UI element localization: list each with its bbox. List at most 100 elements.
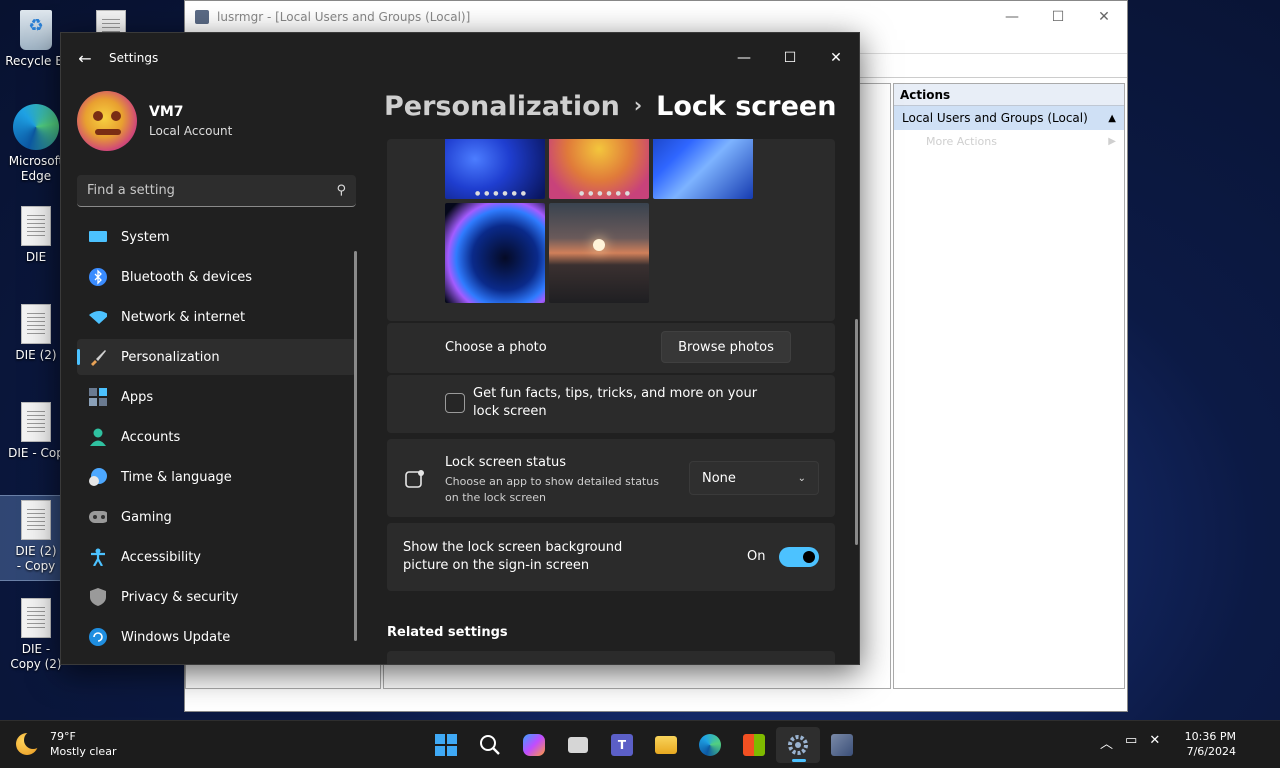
globe-clock-icon: [89, 468, 107, 486]
minimize-icon[interactable]: —: [989, 9, 1035, 25]
breadcrumb-parent[interactable]: Personalization: [384, 91, 620, 122]
signin-background-toggle[interactable]: [779, 547, 819, 567]
wallpaper-thumbnail[interactable]: ● ● ● ● ● ●: [549, 139, 649, 199]
actions-group-label: Local Users and Groups (Local): [902, 111, 1088, 125]
breadcrumb-current: Lock screen: [656, 91, 837, 122]
sidebar-item-label: System: [121, 229, 170, 245]
back-arrow-icon[interactable]: ←: [61, 49, 109, 68]
task-view-icon[interactable]: [556, 727, 600, 763]
search-placeholder: Find a setting: [87, 183, 175, 198]
sidebar-item-time-language[interactable]: Time & language: [77, 459, 356, 495]
edge-icon[interactable]: [688, 727, 732, 763]
lock-screen-status-row: Lock screen status Choose an app to show…: [387, 439, 835, 517]
lock-status-title: Lock screen status: [445, 455, 567, 470]
network-icon[interactable]: ▭: [1125, 733, 1137, 752]
copilot-icon[interactable]: [512, 727, 556, 763]
fun-facts-row: Get fun facts, tips, tricks, and more on…: [387, 375, 835, 433]
fun-facts-checkbox[interactable]: [445, 393, 465, 413]
lusrmgr-app-icon: [195, 9, 209, 24]
fun-facts-label: Get fun facts, tips, tricks, and more on…: [473, 386, 758, 419]
actions-group-local-users[interactable]: Local Users and Groups (Local) ▲: [894, 106, 1124, 130]
weather-widget[interactable]: 79°F Mostly clear: [16, 729, 116, 759]
lusrmgr-icon[interactable]: [820, 727, 864, 763]
content-scrollbar[interactable]: [855, 319, 858, 545]
profile-name: VM7: [149, 104, 184, 120]
maximize-icon[interactable]: ☐: [767, 50, 813, 66]
more-actions-label: More Actions: [926, 135, 997, 148]
file-explorer-icon[interactable]: [644, 727, 688, 763]
page-title: Personalization › Lock screen: [384, 91, 836, 122]
clock[interactable]: 10:36 PM 7/6/2024: [1185, 729, 1236, 759]
settings-title: Settings: [109, 51, 159, 65]
taskbar-apps: T: [424, 727, 864, 763]
sidebar-item-label: Gaming: [121, 509, 172, 525]
search-icon[interactable]: ⚲: [336, 183, 346, 198]
maximize-icon[interactable]: ☐: [1035, 9, 1081, 25]
volume-muted-icon[interactable]: ✕: [1149, 733, 1160, 752]
settings-titlebar[interactable]: ← Settings — ☐ ✕: [61, 33, 859, 83]
recent-images-card: ● ● ● ● ● ● ● ● ● ● ● ●: [387, 139, 835, 321]
chevron-down-icon: ⌄: [797, 472, 806, 484]
document-icon: [21, 500, 51, 540]
wallpaper-thumbnail[interactable]: [549, 203, 649, 303]
lusrmgr-title: lusrmgr - [Local Users and Groups (Local…: [217, 9, 471, 24]
sidebar-item-gaming[interactable]: Gaming: [77, 499, 356, 535]
taskbar: 79°F Mostly clear T ︿ ▭ ✕ 10:36 PM 7/6/2…: [0, 720, 1280, 768]
minimize-icon[interactable]: —: [721, 50, 767, 66]
sidebar-item-windows-update[interactable]: Windows Update: [77, 619, 356, 655]
avatar[interactable]: [77, 91, 137, 151]
lock-status-icon: [405, 469, 425, 493]
sidebar-item-label: Personalization: [121, 349, 220, 365]
document-icon: [21, 206, 51, 246]
close-icon[interactable]: ✕: [813, 50, 859, 66]
browse-photos-button[interactable]: Browse photos: [661, 331, 791, 363]
actions-header: Actions: [894, 84, 1124, 106]
person-icon: [89, 428, 107, 446]
signin-background-row: Show the lock screen background picture …: [387, 523, 835, 591]
paintbrush-icon: [89, 348, 107, 366]
store-icon[interactable]: [732, 727, 776, 763]
clock-time: 10:36 PM: [1184, 730, 1236, 743]
apps-icon: [89, 388, 107, 406]
search-input[interactable]: Find a setting ⚲: [77, 175, 356, 207]
nav-scrollbar[interactable]: [354, 251, 357, 641]
sidebar-item-label: Apps: [121, 389, 154, 405]
search-icon[interactable]: [468, 727, 512, 763]
system-tray: ︿ ▭ ✕: [1100, 733, 1160, 752]
sidebar-item-label: Network & internet: [121, 309, 246, 325]
lusrmgr-titlebar[interactable]: lusrmgr - [Local Users and Groups (Local…: [185, 1, 1127, 32]
chevron-up-icon[interactable]: ︿: [1100, 733, 1113, 752]
collapse-triangle-icon[interactable]: ▲: [1108, 113, 1116, 124]
sidebar-item-apps[interactable]: Apps: [77, 379, 356, 415]
refresh-icon: [89, 628, 107, 646]
sidebar-item-system[interactable]: System: [77, 219, 356, 255]
choose-photo-label: Choose a photo: [445, 340, 547, 355]
sidebar-item-accessibility[interactable]: Accessibility: [77, 539, 356, 575]
sidebar-item-accounts[interactable]: Accounts: [77, 419, 356, 455]
recycle-bin-icon: [20, 10, 52, 50]
close-icon[interactable]: ✕: [1081, 9, 1127, 25]
wallpaper-thumbnail[interactable]: [653, 139, 753, 199]
more-actions-item[interactable]: More Actions ▶: [894, 130, 1124, 154]
sidebar-item-personalization[interactable]: Personalization: [77, 339, 356, 375]
desktop-icon-label: DIE - Copy (2): [10, 642, 62, 671]
lock-status-dropdown[interactable]: None ⌄: [689, 461, 819, 495]
gamepad-icon: [89, 508, 107, 526]
signin-background-state: On: [747, 549, 766, 564]
related-settings-card[interactable]: [387, 651, 835, 664]
choose-photo-row: Choose a photo Browse photos: [387, 323, 835, 373]
wallpaper-thumbnail[interactable]: [445, 203, 545, 303]
sidebar-item-network[interactable]: Network & internet: [77, 299, 356, 335]
sidebar-item-bluetooth[interactable]: Bluetooth & devices: [77, 259, 356, 295]
sidebar-item-privacy[interactable]: Privacy & security: [77, 579, 356, 615]
teams-icon[interactable]: T: [600, 727, 644, 763]
start-icon[interactable]: [424, 727, 468, 763]
user-profile[interactable]: VM7 Local Account: [77, 91, 232, 151]
shield-icon: [89, 588, 107, 606]
sidebar-item-label: Accounts: [121, 429, 181, 445]
settings-icon[interactable]: [776, 727, 820, 763]
sidebar-item-label: Windows Update: [121, 629, 231, 645]
desktop-icon-label: DIE (2) - Copy: [15, 544, 57, 573]
wallpaper-thumbnail[interactable]: ● ● ● ● ● ●: [445, 139, 545, 199]
settings-window: ← Settings — ☐ ✕ VM7 Local Account Find …: [60, 32, 860, 665]
